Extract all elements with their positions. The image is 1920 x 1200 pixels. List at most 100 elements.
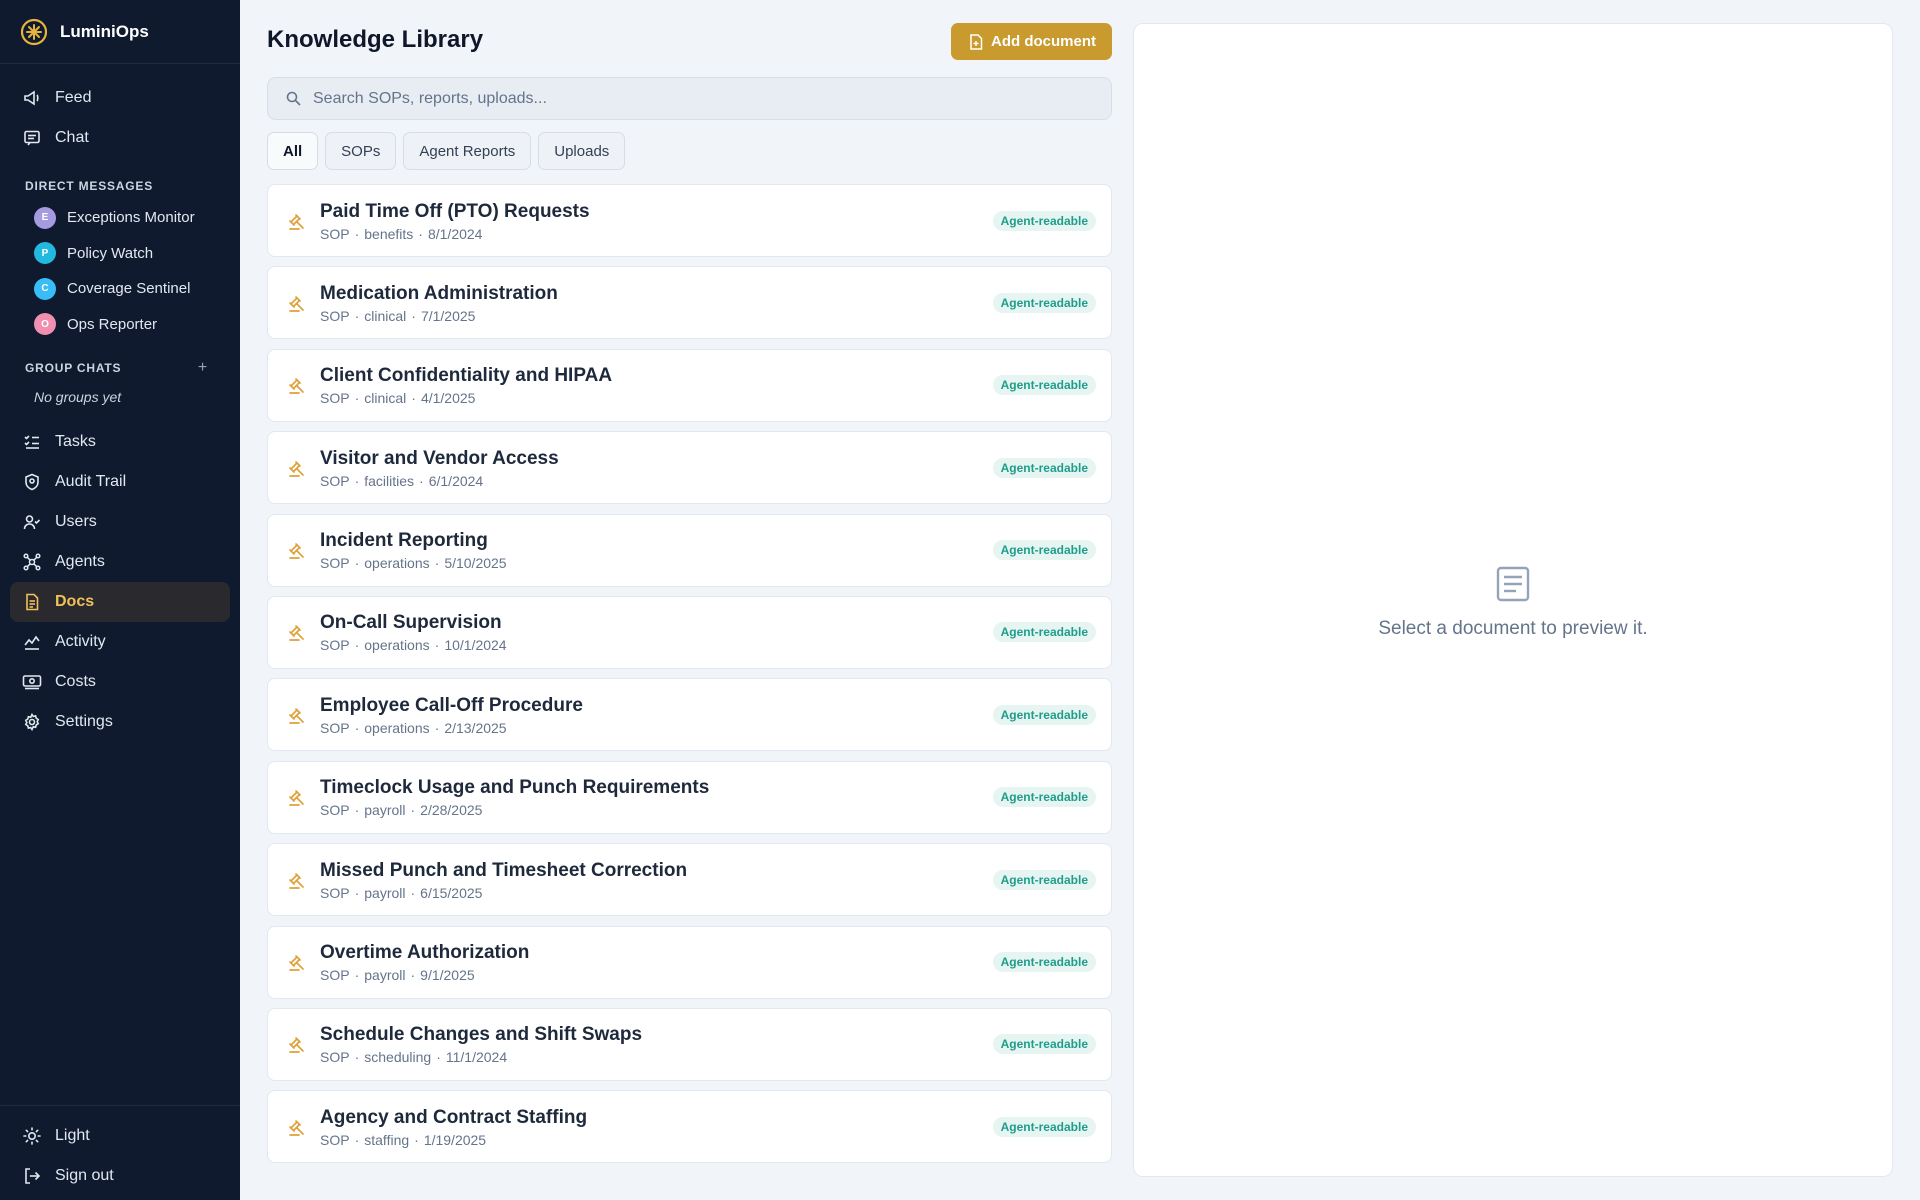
document-text: Timeclock Usage and Punch Requirements SO…	[320, 776, 993, 818]
document-meta: SOP · scheduling · 11/1/2024	[320, 1049, 993, 1065]
document-row[interactable]: Missed Punch and Timesheet Correction SOP…	[267, 843, 1112, 917]
document-date: 2/28/2025	[420, 802, 483, 819]
meta-separator: ·	[354, 472, 360, 489]
meta-separator: ·	[434, 555, 440, 572]
document-title: Overtime Authorization	[320, 942, 530, 964]
document-type: SOP	[320, 719, 350, 736]
document-row[interactable]: On-Call Supervision SOP · operations · 10/1/2…	[267, 595, 1112, 669]
document-text: Schedule Changes and Shift Swaps SOP · sche…	[320, 1023, 993, 1065]
meta-separator: ·	[418, 225, 423, 242]
document-type: SOP	[320, 1049, 350, 1066]
filter-tabs: All SOPs Agent Reports Uploads	[267, 132, 626, 170]
document-title: Timeclock Usage and Punch Requirements	[320, 777, 710, 799]
document-row[interactable]: Client Confidentiality and HIPAA SOP · clin…	[267, 348, 1112, 422]
document-text: Visitor and Vendor Access SOP · facilities ·…	[320, 447, 993, 489]
meta-separator: ·	[410, 884, 416, 901]
document-icon	[22, 592, 42, 612]
agent-readable-badge: Agent-readable	[992, 622, 1096, 643]
sidebar-item-label: Sign out	[55, 1167, 114, 1184]
document-type: SOP	[320, 884, 350, 901]
sidebar-item-label: Settings	[55, 713, 113, 730]
checklist-icon	[22, 432, 42, 452]
dm-item-exceptions-monitor[interactable]: E Exceptions Monitor	[0, 200, 240, 236]
sidebar-item-label: Docs	[55, 593, 95, 610]
brand[interactable]: LuminiOps	[0, 0, 240, 64]
meta-separator: ·	[354, 637, 360, 654]
dm-item-coverage-sentinel[interactable]: C Coverage Sentinel	[0, 271, 240, 307]
dm-label: Coverage Sentinel	[67, 280, 191, 298]
document-text: Agency and Contract Staffing SOP · staffing…	[320, 1106, 993, 1148]
sidebar-item-users[interactable]: Users	[10, 502, 230, 542]
add-group-button[interactable]: +	[198, 359, 208, 377]
add-document-button[interactable]: Add document	[951, 23, 1112, 60]
sidebar-item-label: Audit Trail	[55, 473, 127, 490]
document-meta: SOP · operations · 2/13/2025	[320, 720, 993, 736]
meta-separator: ·	[354, 225, 360, 242]
direct-messages-heading: DIRECT MESSAGES	[0, 172, 240, 200]
gavel-icon	[286, 621, 308, 643]
dm-label: Ops Reporter	[67, 315, 158, 333]
gear-icon	[22, 712, 42, 732]
document-row[interactable]: Overtime Authorization SOP · payroll · 9/1/20…	[267, 925, 1112, 999]
document-category: staffing	[364, 1131, 410, 1148]
add-document-label: Add document	[991, 33, 1096, 50]
document-category: operations	[364, 719, 430, 736]
document-text: Missed Punch and Timesheet Correction SOP…	[320, 859, 993, 901]
meta-separator: ·	[354, 1049, 360, 1066]
document-row[interactable]: Agency and Contract Staffing SOP · staffing…	[267, 1090, 1112, 1164]
agents-icon	[22, 552, 42, 572]
search-icon	[286, 91, 301, 106]
document-row[interactable]: Employee Call-Off Procedure SOP · operation…	[267, 678, 1112, 752]
document-meta: SOP · clinical · 7/1/2025	[320, 308, 993, 324]
sidebar-nav-top: Feed Chat	[0, 64, 240, 158]
document-row[interactable]: Incident Reporting SOP · operations · 5/10/20…	[267, 513, 1112, 587]
sidebar-item-docs[interactable]: Docs	[10, 582, 230, 622]
logo-icon	[20, 18, 48, 46]
gavel-icon	[286, 457, 308, 479]
filter-sops[interactable]: SOPs	[325, 132, 397, 170]
sidebar-item-agents[interactable]: Agents	[10, 542, 230, 582]
sidebar-item-feed[interactable]: Feed	[10, 78, 230, 118]
agent-readable-badge: Agent-readable	[992, 375, 1096, 396]
dm-label: Policy Watch	[67, 244, 154, 262]
dm-item-ops-reporter[interactable]: O Ops Reporter	[0, 307, 240, 343]
meta-separator: ·	[354, 555, 360, 572]
sidebar-item-label: Chat	[55, 129, 89, 146]
gavel-icon	[286, 869, 308, 891]
sidebar-item-costs[interactable]: Costs	[10, 662, 230, 702]
sidebar-item-chat[interactable]: Chat	[10, 118, 230, 158]
document-category: payroll	[364, 967, 406, 984]
document-row[interactable]: Schedule Changes and Shift Swaps SOP · sche…	[267, 1007, 1112, 1081]
document-category: benefits	[364, 225, 414, 242]
preview-empty-text: Select a document to preview it.	[1378, 618, 1648, 639]
document-row[interactable]: Paid Time Off (PTO) Requests SOP · benefits…	[267, 184, 1112, 257]
filter-uploads[interactable]: Uploads	[538, 132, 626, 170]
sidebar-item-tasks[interactable]: Tasks	[10, 422, 230, 462]
document-meta: SOP · payroll · 9/1/2025	[320, 967, 993, 983]
agent-readable-badge: Agent-readable	[992, 1116, 1096, 1137]
page-title: Knowledge Library	[267, 26, 484, 53]
dm-item-policy-watch[interactable]: P Policy Watch	[0, 236, 240, 272]
sign-out-button[interactable]: Sign out	[10, 1156, 230, 1196]
agent-readable-badge: Agent-readable	[992, 787, 1096, 808]
filter-agent-reports[interactable]: Agent Reports	[403, 132, 532, 170]
document-category: facilities	[364, 472, 415, 489]
sidebar-item-activity[interactable]: Activity	[10, 622, 230, 662]
sidebar-item-label: Feed	[55, 89, 92, 106]
sidebar-item-settings[interactable]: Settings	[10, 702, 230, 742]
document-date: 11/1/2024	[445, 1049, 508, 1066]
sidebar-item-audit-trail[interactable]: Audit Trail	[10, 462, 230, 502]
file-plus-icon	[969, 33, 983, 50]
search-input[interactable]	[313, 89, 1073, 108]
gavel-icon	[286, 786, 308, 808]
filter-all[interactable]: All	[267, 132, 319, 170]
theme-toggle-button[interactable]: Light	[10, 1116, 230, 1156]
document-row[interactable]: Timeclock Usage and Punch Requirements SO…	[267, 760, 1112, 834]
document-type: SOP	[320, 307, 350, 324]
document-row[interactable]: Visitor and Vendor Access SOP · facilities ·…	[267, 431, 1112, 505]
avatar: P	[34, 242, 56, 265]
document-row[interactable]: Medication Administration SOP · clinical · 7/…	[267, 266, 1112, 340]
document-meta: SOP · benefits · 8/1/2024	[320, 226, 993, 242]
document-type: SOP	[320, 390, 350, 407]
gavel-icon	[286, 704, 308, 726]
